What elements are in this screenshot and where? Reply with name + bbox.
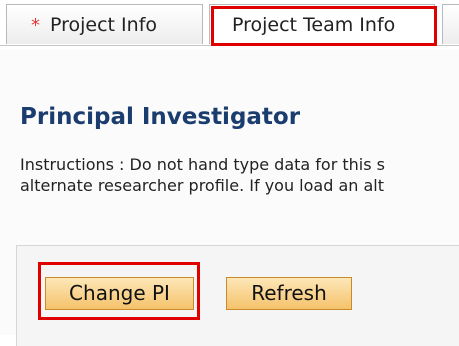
tab-next-partial[interactable] <box>442 4 459 44</box>
tab-project-info[interactable]: * Project Info <box>6 4 203 44</box>
instructions-text: Instructions : Do not hand type data for… <box>20 154 459 196</box>
tab-project-team-info[interactable]: Project Team Info <box>209 4 435 44</box>
section-title: Principal Investigator <box>20 104 301 130</box>
refresh-button[interactable]: Refresh <box>226 277 352 310</box>
instructions-line-2: alternate researcher profile. If you loa… <box>20 176 385 195</box>
instructions-line-1: Instructions : Do not hand type data for… <box>20 155 385 174</box>
tab-project-info-label: Project Info <box>50 14 158 36</box>
tab-divider <box>0 45 459 46</box>
tab-bar: * Project Info Project Team Info <box>0 0 459 50</box>
required-marker: * <box>31 15 40 36</box>
change-pi-button[interactable]: Change PI <box>45 277 194 310</box>
tab-project-team-info-label: Project Team Info <box>232 14 396 36</box>
